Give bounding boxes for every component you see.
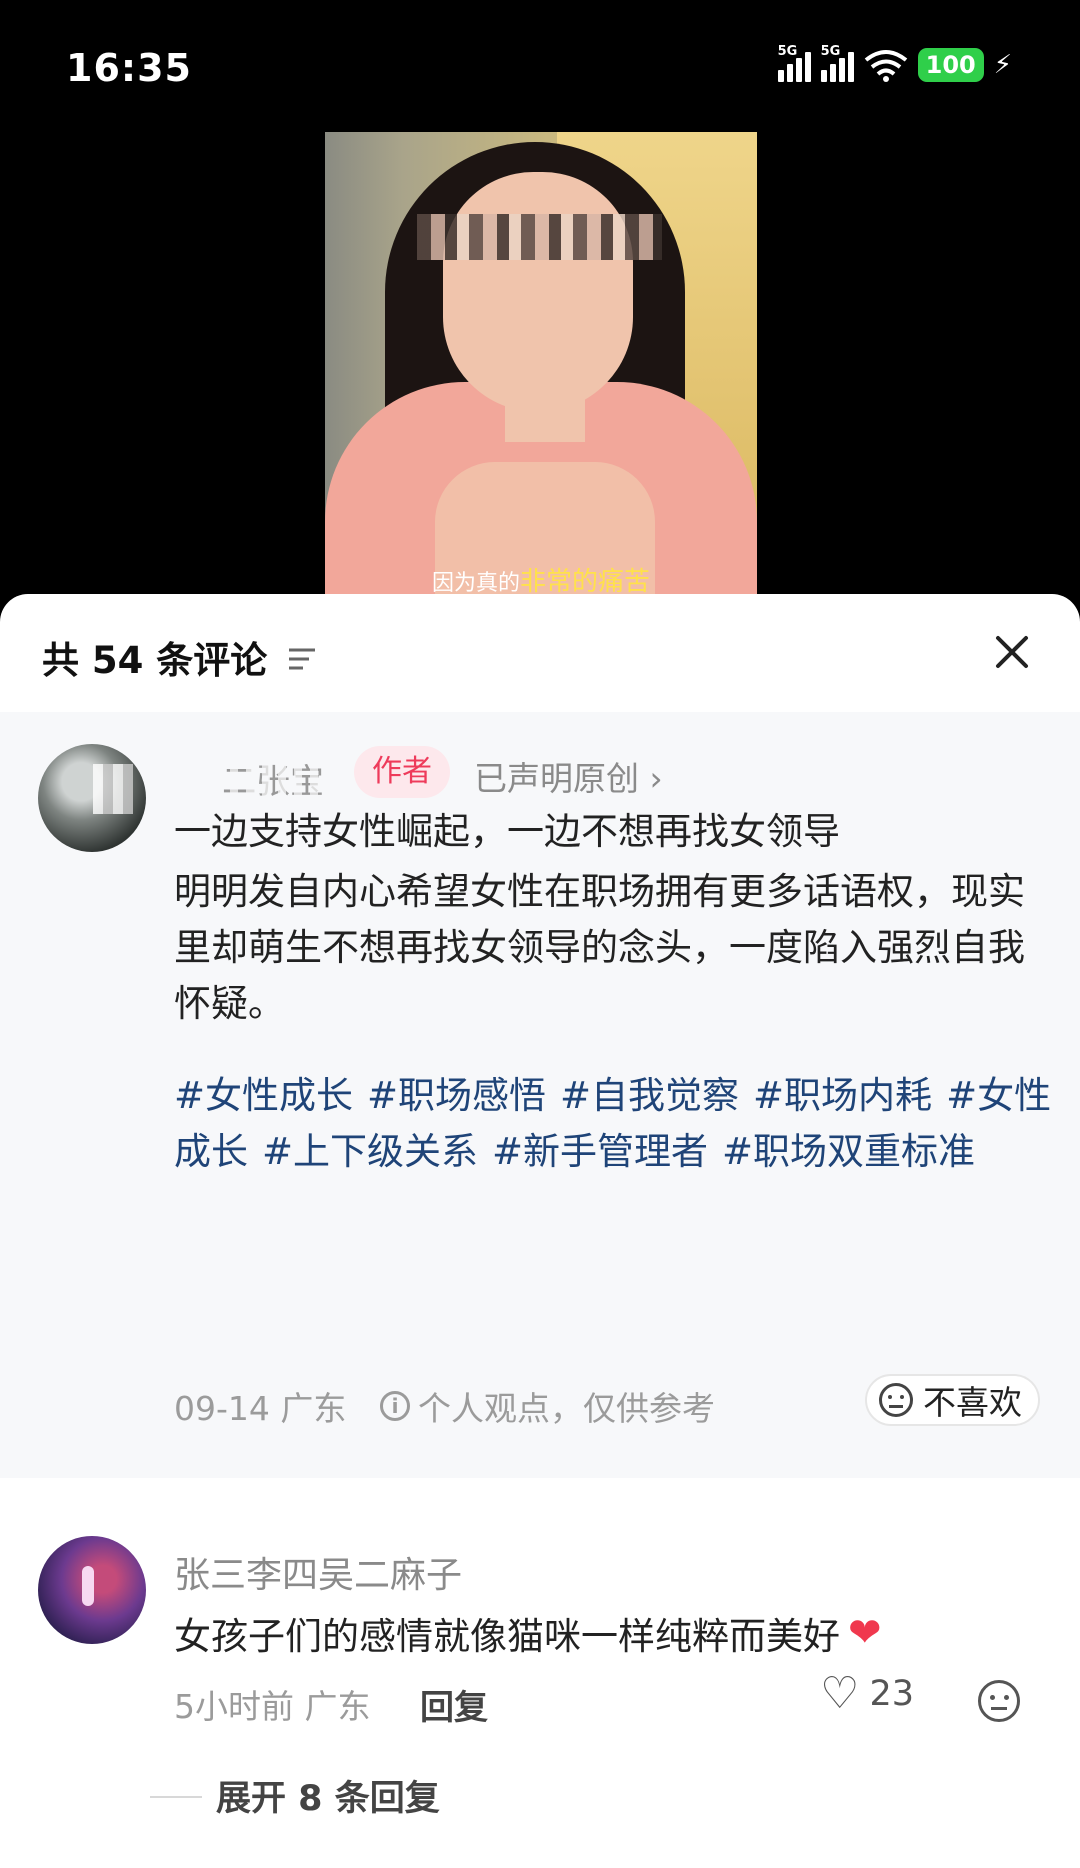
video-player[interactable]: 因为真的非常的痛苦 xyxy=(0,130,1080,600)
opinion-notice: i 个人观点，仅供参考 xyxy=(380,1382,715,1430)
divider xyxy=(150,1796,202,1798)
post-body: 明明发自内心希望女性在职场拥有更多话语权，现实里却萌生不想再找女领导的念头，一度… xyxy=(174,870,1025,1025)
commenter-avatar[interactable] xyxy=(38,1536,146,1644)
close-icon[interactable] xyxy=(984,624,1040,680)
original-declaration-link[interactable]: 已声明原创 › xyxy=(474,752,663,800)
network-type-label: 5G xyxy=(820,44,841,59)
comments-count-title: 共 54 条评论 xyxy=(42,639,268,682)
neutral-face-icon xyxy=(879,1383,913,1417)
hashtag-link[interactable]: #上下级关系 xyxy=(262,1130,478,1173)
dislike-button[interactable]: 不喜欢 xyxy=(865,1374,1040,1426)
charging-icon: ⚡ xyxy=(993,50,1012,80)
notice-text: 个人观点，仅供参考 xyxy=(418,1389,715,1428)
hashtag-link[interactable]: #自我觉察 xyxy=(560,1074,739,1117)
commenter-name[interactable]: 张三李四吴二麻子 xyxy=(174,1546,462,1598)
hashtag-link[interactable]: #职场双重标准 xyxy=(722,1130,975,1173)
wifi-icon xyxy=(864,50,907,82)
author-name[interactable]: 二张宝 xyxy=(222,754,324,803)
comment-time-location: 5小时前 广东 xyxy=(174,1687,371,1726)
comments-sheet: 共 54 条评论 二张宝 作者 已声明原创 › 一边支持女性崛起，一边不想再找女… xyxy=(0,594,1080,1868)
comment-text: 女孩子们的感情就像猫咪一样纯粹而美好 ❤ xyxy=(174,1610,882,1658)
author-avatar[interactable] xyxy=(38,744,146,852)
expand-replies-button[interactable]: 展开 8 条回复 xyxy=(216,1770,440,1821)
dislike-icon[interactable] xyxy=(978,1680,1020,1722)
post-date-location: 09-14 广东 xyxy=(174,1389,347,1428)
like-count: 23 xyxy=(869,1674,914,1714)
post-title: 一边支持女性崛起，一边不想再找女领导 xyxy=(174,810,840,853)
post-tags: #女性成长 #职场感悟 #自我觉察 #职场内耗 #女性成长 #上下级关系 #新手管理者 #职场… xyxy=(174,1068,1054,1180)
heart-emoji-icon: ❤ xyxy=(848,1610,882,1656)
signal-icon: 5G xyxy=(820,44,854,82)
hashtag-link[interactable]: #女性成长 xyxy=(174,1074,353,1117)
comment-item: 张三李四吴二麻子 女孩子们的感情就像猫咪一样纯粹而美好 ❤ 5小时前 广东 回复… xyxy=(0,1478,1080,1868)
hashtag-link[interactable]: #职场内耗 xyxy=(753,1074,932,1117)
author-badge: 作者 xyxy=(354,746,450,798)
dislike-label: 不喜欢 xyxy=(923,1383,1022,1422)
battery-indicator: 100 xyxy=(917,48,984,82)
status-time: 16:35 xyxy=(66,46,192,90)
like-button[interactable]: ♡ 23 xyxy=(820,1668,914,1719)
sort-icon[interactable] xyxy=(287,646,317,672)
hashtag-link[interactable]: #新手管理者 xyxy=(492,1130,708,1173)
network-type-label: 5G xyxy=(777,44,798,59)
reply-button[interactable]: 回复 xyxy=(420,1680,488,1729)
author-post: 二张宝 作者 已声明原创 › 一边支持女性崛起，一边不想再找女领导 明明发自内心… xyxy=(0,712,1080,1478)
hashtag-link[interactable]: #职场感悟 xyxy=(367,1074,546,1117)
video-frame[interactable]: 因为真的非常的痛苦 xyxy=(325,132,757,600)
status-icons: 5G 5G 100 ⚡ xyxy=(777,44,1012,82)
info-icon: i xyxy=(380,1391,410,1421)
status-bar: 16:35 5G 5G 100 ⚡ xyxy=(0,0,1080,130)
privacy-blur xyxy=(417,214,662,260)
heart-icon: ♡ xyxy=(820,1668,860,1719)
comments-header: 共 54 条评论 xyxy=(0,594,1080,712)
video-caption: 因为真的非常的痛苦 xyxy=(431,567,651,597)
signal-icon: 5G xyxy=(777,44,811,82)
